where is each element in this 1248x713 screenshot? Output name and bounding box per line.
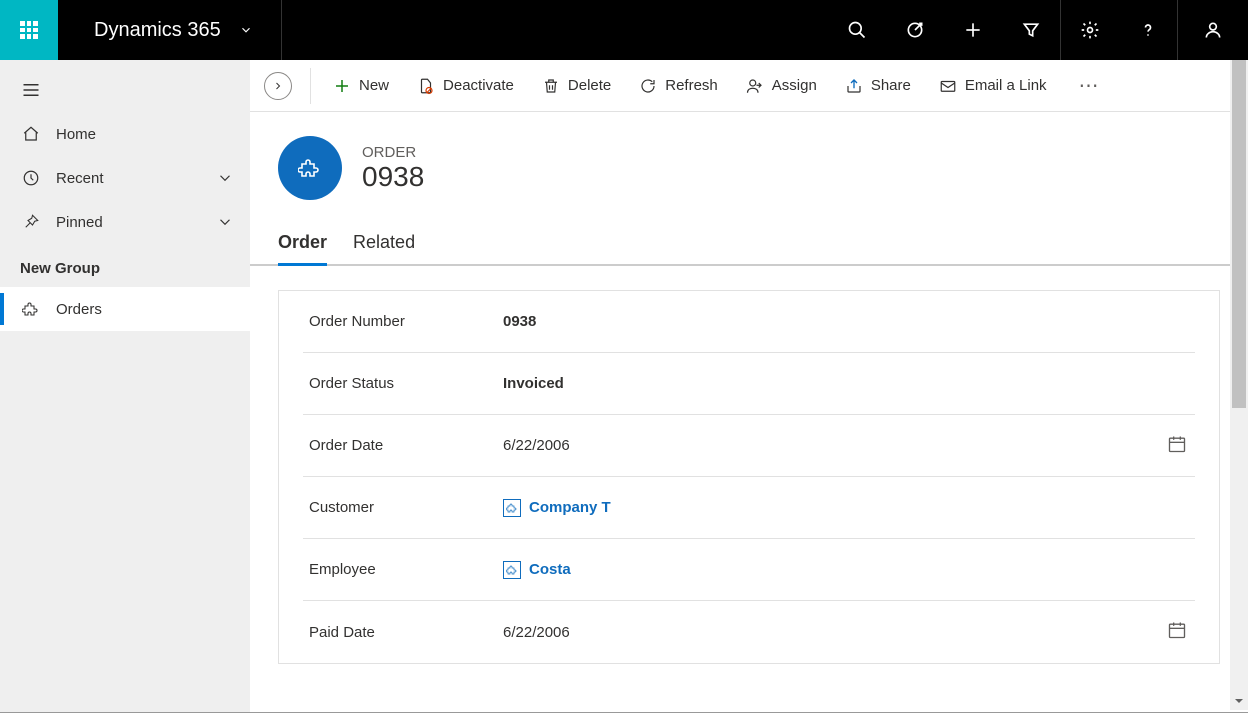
cmd-new-button[interactable]: New bbox=[319, 60, 403, 111]
main-content: New Deactivate Delete Refresh Assign bbox=[250, 60, 1248, 712]
home-icon bbox=[22, 125, 40, 143]
field-value[interactable]: 6/22/2006 bbox=[503, 620, 1195, 644]
puzzle-icon bbox=[22, 300, 40, 318]
chevron-down-icon bbox=[239, 23, 253, 37]
clock-icon bbox=[22, 169, 40, 187]
sidebar-item-label: Orders bbox=[56, 301, 102, 318]
lookup-link-customer[interactable]: Company T bbox=[503, 499, 611, 517]
assign-icon bbox=[746, 77, 764, 95]
trash-icon bbox=[542, 77, 560, 95]
cmd-label: Delete bbox=[568, 77, 611, 94]
field-value[interactable]: Costa bbox=[503, 561, 1195, 579]
sidebar-item-label: Recent bbox=[56, 170, 104, 187]
sidebar-item-label: Home bbox=[56, 126, 96, 143]
field-value[interactable]: Company T bbox=[503, 499, 1195, 517]
chevron-down-icon bbox=[216, 169, 234, 187]
pin-icon bbox=[22, 213, 40, 231]
field-label: Employee bbox=[303, 561, 503, 578]
settings-button[interactable] bbox=[1061, 0, 1119, 60]
sidebar-item-orders[interactable]: Orders bbox=[0, 287, 250, 331]
cmd-label: Refresh bbox=[665, 77, 718, 94]
field-order-status: Order Status Invoiced bbox=[303, 353, 1195, 415]
cmd-label: Share bbox=[871, 77, 911, 94]
user-menu-button[interactable] bbox=[1178, 0, 1248, 60]
scroll-thumb[interactable] bbox=[1232, 60, 1246, 408]
hamburger-icon bbox=[22, 83, 40, 97]
plus-icon bbox=[333, 77, 351, 95]
help-button[interactable] bbox=[1119, 0, 1177, 60]
brand-button[interactable]: Dynamics 365 bbox=[58, 0, 282, 60]
cmd-deactivate-button[interactable]: Deactivate bbox=[403, 60, 528, 111]
record-title: 0938 bbox=[362, 161, 424, 193]
cmd-share-button[interactable]: Share bbox=[831, 60, 925, 111]
tabs: Order Related bbox=[250, 224, 1248, 266]
tab-related[interactable]: Related bbox=[353, 224, 415, 264]
lookup-icon bbox=[503, 499, 521, 517]
tab-order[interactable]: Order bbox=[278, 224, 327, 266]
field-paid-date: Paid Date 6/22/2006 bbox=[303, 601, 1195, 663]
field-label: Order Status bbox=[303, 375, 503, 392]
search-icon bbox=[847, 20, 867, 40]
field-value[interactable]: 6/22/2006 bbox=[503, 434, 1195, 458]
gear-icon bbox=[1080, 20, 1100, 40]
cmd-email-link-button[interactable]: Email a Link bbox=[925, 60, 1061, 111]
sidebar-item-label: Pinned bbox=[56, 214, 103, 231]
cmd-label: New bbox=[359, 77, 389, 94]
waffle-icon bbox=[20, 21, 38, 39]
app-launcher-button[interactable] bbox=[0, 0, 58, 60]
scrollbar[interactable] bbox=[1230, 60, 1248, 710]
cmd-label: Email a Link bbox=[965, 77, 1047, 94]
funnel-icon bbox=[1021, 20, 1041, 40]
cmd-refresh-button[interactable]: Refresh bbox=[625, 60, 732, 111]
sidebar-group-label: New Group bbox=[0, 244, 250, 287]
field-label: Order Date bbox=[303, 437, 503, 454]
share-icon bbox=[845, 77, 863, 95]
form-card: Order Number 0938 Order Status Invoiced … bbox=[278, 290, 1220, 664]
field-value[interactable]: Invoiced bbox=[503, 375, 1195, 392]
cmd-delete-button[interactable]: Delete bbox=[528, 60, 625, 111]
sidebar-toggle-button[interactable] bbox=[0, 68, 250, 112]
search-button[interactable] bbox=[828, 0, 886, 60]
help-icon bbox=[1138, 20, 1158, 40]
refresh-icon bbox=[639, 77, 657, 95]
brand-label: Dynamics 365 bbox=[94, 19, 221, 42]
back-button[interactable] bbox=[264, 72, 292, 100]
sidebar-item-pinned[interactable]: Pinned bbox=[0, 200, 250, 244]
field-value[interactable]: 0938 bbox=[503, 313, 1195, 330]
calendar-icon[interactable] bbox=[1167, 434, 1195, 458]
filter-button[interactable] bbox=[1002, 0, 1060, 60]
cmd-label: Assign bbox=[772, 77, 817, 94]
record-header: ORDER 0938 bbox=[250, 112, 1248, 224]
entity-label: ORDER bbox=[362, 144, 424, 161]
field-order-number: Order Number 0938 bbox=[303, 291, 1195, 353]
scroll-down-arrow[interactable] bbox=[1230, 692, 1248, 710]
lookup-link-employee[interactable]: Costa bbox=[503, 561, 571, 579]
chevron-right-icon bbox=[272, 80, 284, 92]
task-button[interactable] bbox=[886, 0, 944, 60]
add-button[interactable] bbox=[944, 0, 1002, 60]
command-bar: New Deactivate Delete Refresh Assign bbox=[250, 60, 1248, 112]
plus-icon bbox=[963, 20, 983, 40]
record-entity-icon bbox=[278, 136, 342, 200]
deactivate-icon bbox=[417, 77, 435, 95]
field-label: Paid Date bbox=[303, 624, 503, 641]
chevron-down-icon bbox=[216, 213, 234, 231]
sidebar: Home Recent Pinned New Group Orders bbox=[0, 60, 250, 712]
field-label: Customer bbox=[303, 499, 503, 516]
sidebar-item-home[interactable]: Home bbox=[0, 112, 250, 156]
field-label: Order Number bbox=[303, 313, 503, 330]
email-icon bbox=[939, 77, 957, 95]
sidebar-item-recent[interactable]: Recent bbox=[0, 156, 250, 200]
field-order-date: Order Date 6/22/2006 bbox=[303, 415, 1195, 477]
cmd-assign-button[interactable]: Assign bbox=[732, 60, 831, 111]
calendar-icon[interactable] bbox=[1167, 620, 1195, 644]
target-icon bbox=[905, 20, 925, 40]
person-icon bbox=[1203, 20, 1223, 40]
cmd-overflow-button[interactable]: ⋯ bbox=[1061, 73, 1119, 98]
top-navbar: Dynamics 365 bbox=[0, 0, 1248, 60]
cmd-label: Deactivate bbox=[443, 77, 514, 94]
field-customer: Customer Company T bbox=[303, 477, 1195, 539]
field-employee: Employee Costa bbox=[303, 539, 1195, 601]
lookup-icon bbox=[503, 561, 521, 579]
